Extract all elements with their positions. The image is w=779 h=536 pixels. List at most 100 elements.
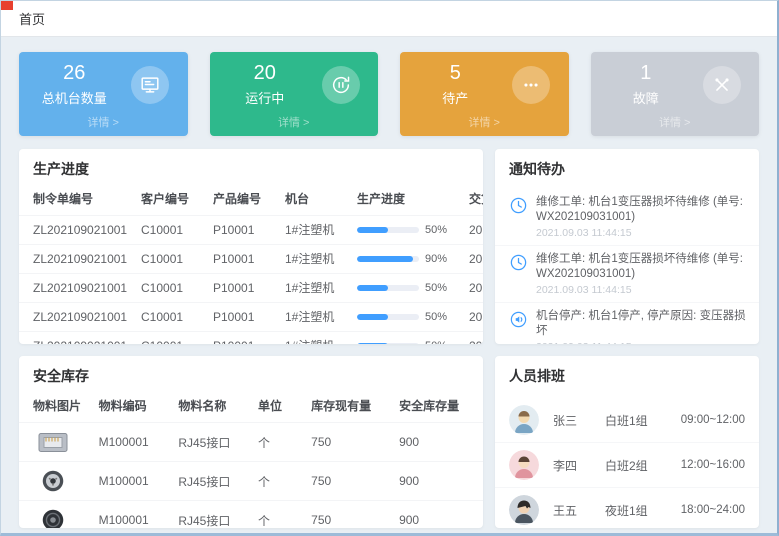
- shift-group: 夜班1组: [605, 502, 677, 519]
- detail-link[interactable]: 详情 >: [591, 114, 760, 130]
- col-customer: 客户编号: [137, 187, 209, 216]
- order-no: ZL202109021001: [19, 245, 137, 274]
- staff-name: 张三: [553, 412, 605, 429]
- fault-icon: [703, 66, 741, 104]
- list-item: 王五 夜班1组 18:00~24:00: [495, 487, 759, 528]
- table-row: M100001 RJ45接口 个 750 900: [19, 462, 483, 501]
- detail-link[interactable]: 详情 >: [210, 114, 379, 130]
- stat-label: 故障: [609, 88, 683, 107]
- notice-text: 维修工单: 机台1变压器损坏待维修 (单号: WX202109031001): [536, 252, 747, 282]
- progress-bar: [357, 227, 419, 233]
- notice-item[interactable]: 机台停产: 机台1停产, 停产原因: 变压器损坏 2021.09.03 11:4…: [495, 302, 759, 344]
- notice-list: 维修工单: 机台1变压器损坏待维修 (单号: WX202109031001) 2…: [495, 187, 759, 344]
- corner-marker: [1, 1, 13, 10]
- machine-name: 1#注塑机: [281, 245, 353, 274]
- panel-grid: 生产进度 制令单编号 客户编号 产品编号 机台 生产进度 交货日期: [19, 149, 759, 528]
- detail-link[interactable]: 详情 >: [19, 114, 188, 130]
- material-image-connector: [33, 466, 73, 496]
- avatar: [509, 405, 539, 435]
- staff-schedule-panel: 人员排班 张三 白班1组 09:00~12:00: [495, 356, 759, 528]
- avatar: [509, 450, 539, 480]
- clock-icon: [509, 196, 528, 239]
- notice-text: 机台停产: 机台1停产, 停产原因: 变压器损坏: [536, 309, 747, 339]
- col-machine: 机台: [281, 187, 353, 216]
- stat-value: 5: [418, 62, 492, 84]
- shift-time: 09:00~12:00: [681, 414, 745, 426]
- product-no: P10001: [209, 216, 281, 245]
- table-row: ZL202109021001 C10001 P10001 1#注塑机 50% 2…: [19, 332, 483, 345]
- detail-link[interactable]: 详情 >: [400, 114, 569, 130]
- stat-card-fault[interactable]: 1 故障 详情 >: [591, 52, 760, 136]
- tab-home[interactable]: 首页: [19, 9, 45, 28]
- progress-cell: 90%: [353, 245, 465, 274]
- top-tab-bar: 首页: [1, 1, 777, 37]
- stat-cards: 26 总机台数量 详情 > 20 运行中: [19, 52, 759, 136]
- progress-bar: [357, 314, 419, 320]
- list-item: 张三 白班1组 09:00~12:00: [495, 398, 759, 442]
- stock-safety: 900: [395, 462, 483, 501]
- delivery-date: 2021-09-10: [465, 274, 483, 303]
- panel-title: 生产进度: [19, 149, 483, 187]
- product-no: P10001: [209, 245, 281, 274]
- progress-value: 50%: [425, 311, 447, 323]
- customer-no: C10001: [137, 332, 209, 345]
- shift-time: 12:00~16:00: [681, 459, 745, 471]
- stat-value: 1: [609, 62, 683, 84]
- stat-label: 运行中: [228, 88, 302, 107]
- material-name: RJ45接口: [174, 423, 254, 462]
- table-row: ZL202109021001 C10001 P10001 1#注塑机 50% 2…: [19, 303, 483, 332]
- material-unit: 个: [254, 501, 307, 529]
- material-image-rj45: [33, 427, 73, 457]
- machine-icon: [131, 66, 169, 104]
- notice-time: 2021.09.03 11:44:15: [536, 227, 747, 239]
- col-current: 库存现有量: [307, 394, 395, 423]
- stock-safety: 900: [395, 423, 483, 462]
- col-safety: 安全库存量: [395, 394, 483, 423]
- shift-list: 张三 白班1组 09:00~12:00 李四 白班2组: [495, 394, 759, 528]
- notice-item[interactable]: 维修工单: 机台1变压器损坏待维修 (单号: WX202109031001) 2…: [495, 189, 759, 245]
- progress-bar: [357, 256, 419, 262]
- machine-name: 1#注塑机: [281, 216, 353, 245]
- stat-card-running[interactable]: 20 运行中 详情 >: [210, 52, 379, 136]
- progress-bar: [357, 285, 419, 291]
- notifications-panel: 通知待办 维修工单: 机台1变压器损坏待维修 (单号: WX2021090310…: [495, 149, 759, 344]
- product-no: P10001: [209, 332, 281, 345]
- panel-title: 通知待办: [495, 149, 759, 187]
- table-row: ZL202109021001 C10001 P10001 1#注塑机 50% 2…: [19, 274, 483, 303]
- table-header-row: 制令单编号 客户编号 产品编号 机台 生产进度 交货日期: [19, 187, 483, 216]
- avatar: [509, 495, 539, 525]
- stat-card-standby[interactable]: 5 待产 详情 >: [400, 52, 569, 136]
- order-no: ZL202109021001: [19, 216, 137, 245]
- stock-safety: 900: [395, 501, 483, 529]
- notice-time: 2021.09.03 11:44:15: [536, 284, 747, 296]
- col-progress: 生产进度: [353, 187, 465, 216]
- customer-no: C10001: [137, 216, 209, 245]
- order-no: ZL202109021001: [19, 303, 137, 332]
- list-item: 李四 白班2组 12:00~16:00: [495, 442, 759, 487]
- product-no: P10001: [209, 303, 281, 332]
- stat-card-total-machines[interactable]: 26 总机台数量 详情 >: [19, 52, 188, 136]
- table-header-row: 物料图片 物料编码 物料名称 单位 库存现有量 安全库存量: [19, 394, 483, 423]
- progress-value: 90%: [425, 253, 447, 265]
- col-image: 物料图片: [19, 394, 95, 423]
- progress-cell: 50%: [353, 216, 465, 245]
- stock-current: 750: [307, 462, 395, 501]
- customer-no: C10001: [137, 245, 209, 274]
- shift-time: 18:00~24:00: [681, 504, 745, 516]
- material-unit: 个: [254, 423, 307, 462]
- running-icon: [322, 66, 360, 104]
- material-code: M100001: [95, 501, 175, 529]
- stock-current: 750: [307, 501, 395, 529]
- material-unit: 个: [254, 462, 307, 501]
- table-row: M100001 RJ45接口 个 750 900: [19, 423, 483, 462]
- stat-value: 20: [228, 62, 302, 84]
- order-no: ZL202109021001: [19, 274, 137, 303]
- col-order: 制令单编号: [19, 187, 137, 216]
- stat-label: 待产: [418, 88, 492, 107]
- production-progress-panel: 生产进度 制令单编号 客户编号 产品编号 机台 生产进度 交货日期: [19, 149, 483, 344]
- stock-table: 物料图片 物料编码 物料名称 单位 库存现有量 安全库存量: [19, 394, 483, 528]
- notice-item[interactable]: 维修工单: 机台1变压器损坏待维修 (单号: WX202109031001) 2…: [495, 245, 759, 302]
- material-code: M100001: [95, 423, 175, 462]
- material-code: M100001: [95, 462, 175, 501]
- stat-label: 总机台数量: [37, 88, 111, 107]
